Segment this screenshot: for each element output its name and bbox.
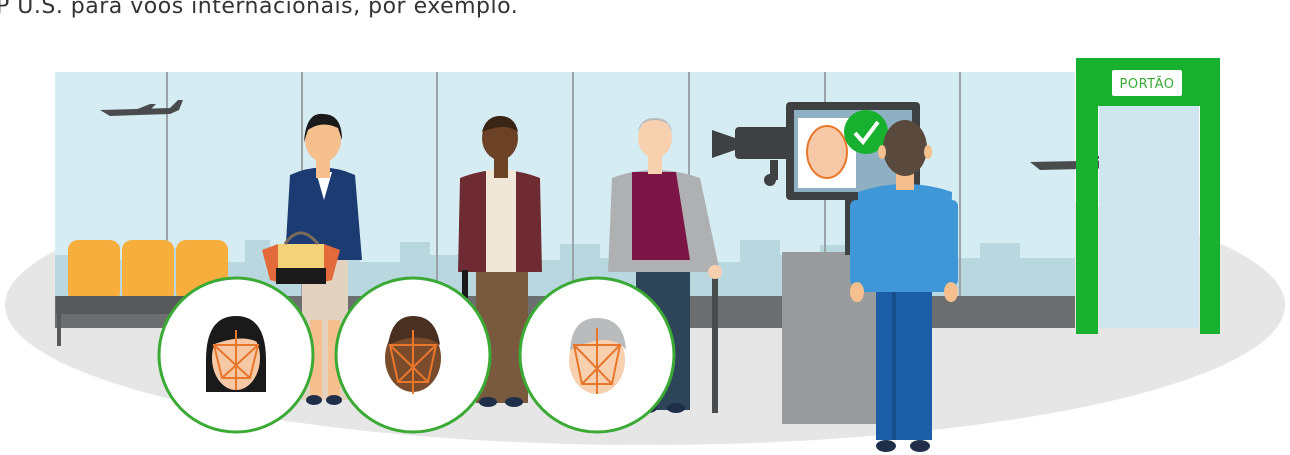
face-scan-icon xyxy=(334,276,492,434)
face-scan-icon xyxy=(157,276,315,434)
airport-biometric-illustration: PORTÃO xyxy=(5,58,1285,452)
face-scan-icon xyxy=(518,276,676,434)
gate-label: PORTÃO xyxy=(1120,76,1175,92)
gate: PORTÃO xyxy=(1076,58,1220,334)
